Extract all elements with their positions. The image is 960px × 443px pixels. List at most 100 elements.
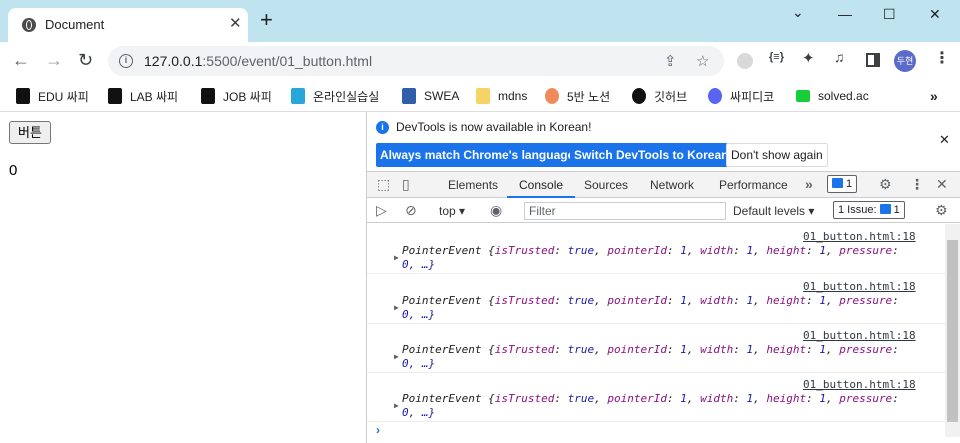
log-source-link[interactable]: 01_button.html:18 [803, 230, 916, 243]
devtools-tabs: ⬚ ▯ Elements Console Sources Network Per… [367, 171, 960, 198]
clear-console-icon[interactable]: ⊘ [405, 202, 417, 219]
log-line-2: 0, …} [402, 406, 436, 419]
tab-elements[interactable]: Elements [448, 178, 498, 192]
switch-korean-button[interactable]: Switch DevTools to Korean [570, 143, 733, 167]
back-arrow-icon[interactable]: ← [12, 50, 30, 70]
messages-badge[interactable]: 1 [827, 175, 858, 193]
bookmark-swea[interactable]: SWEA [402, 86, 459, 106]
tab-title: Document [45, 17, 105, 32]
forward-arrow-icon[interactable]: → [45, 50, 63, 70]
log-line-2: 0, …} [402, 357, 436, 370]
bookmark-icon [402, 88, 416, 104]
more-tabs-icon[interactable]: » [805, 176, 813, 192]
log-line-1: PointerEvent {isTrusted: true, pointerId… [402, 343, 899, 356]
discord-icon [708, 88, 722, 104]
log-source-link[interactable]: 01_button.html:18 [803, 329, 916, 342]
bookmark-icon [201, 88, 215, 104]
bookmark-icon [16, 88, 30, 104]
sidebar-toggle-icon[interactable]: ▷ [376, 202, 387, 219]
dont-show-button[interactable]: Don't show again [726, 143, 828, 167]
json-extension-icon[interactable]: {≡} [769, 51, 784, 63]
title-bar: Document ✕ + ⌄ — ☐ ✕ [0, 0, 960, 42]
console-prompt-icon[interactable]: › [376, 423, 380, 437]
avatar[interactable]: 두현 [894, 50, 916, 72]
settings-gear-icon[interactable]: ⚙ [879, 176, 892, 193]
folder-icon [476, 88, 490, 104]
solved-icon [796, 90, 810, 102]
expand-arrow-icon[interactable]: ▶ [394, 303, 399, 312]
language-banner-text: DevTools is now available in Korean! [396, 120, 592, 134]
expand-arrow-icon[interactable]: ▶ [394, 401, 399, 410]
console-log-entry[interactable]: 01_button.html:18 ▶ PointerEvent {isTrus… [367, 275, 945, 324]
bookmark-icon [291, 88, 305, 104]
bookmark-lab[interactable]: LAB 싸피 [108, 86, 178, 106]
tab-network[interactable]: Network [650, 178, 694, 192]
tab-sources[interactable]: Sources [584, 178, 628, 192]
console-scrollbar[interactable] [945, 224, 960, 437]
console-log-entry[interactable]: 01_button.html:18 ▶ PointerEvent {isTrus… [367, 225, 945, 274]
github-icon [632, 88, 646, 104]
bookmark-icon [108, 88, 122, 104]
device-toolbar-icon[interactable]: ▯ [402, 176, 410, 193]
extension-icon[interactable] [737, 53, 753, 69]
window-close-button[interactable]: ✕ [929, 6, 941, 23]
media-icon[interactable]: ♫ [834, 49, 845, 65]
issues-badge[interactable]: 1 Issue: 1 [833, 201, 905, 219]
devtools-close-icon[interactable]: ✕ [936, 176, 948, 193]
tab-search-icon[interactable]: ⌄ [792, 4, 804, 21]
tab-console[interactable]: Console [519, 178, 563, 192]
match-language-button[interactable]: Always match Chrome's language [376, 143, 579, 167]
log-line-2: 0, …} [402, 308, 436, 321]
tab-performance[interactable]: Performance [719, 178, 788, 192]
maximize-button[interactable]: ☐ [883, 6, 896, 23]
context-select[interactable]: top ▾ [439, 204, 465, 218]
menu-icon[interactable]: ⋮ [934, 48, 950, 68]
side-panel-icon[interactable] [866, 53, 880, 67]
console-log-entry[interactable]: 01_button.html:18 ▶ PointerEvent {isTrus… [367, 324, 945, 373]
bookmark-notion[interactable]: 5반 노션 [545, 86, 610, 106]
active-tab-indicator [507, 196, 575, 198]
customize-menu-icon[interactable]: ⋮ [910, 176, 924, 193]
console-settings-gear-icon[interactable]: ⚙ [935, 202, 948, 219]
browser-tab[interactable]: Document ✕ [8, 8, 248, 42]
bookmark-online-lab[interactable]: 온라인실습실 [291, 86, 379, 106]
scrollbar-thumb[interactable] [947, 240, 958, 422]
new-tab-button[interactable]: + [260, 9, 273, 31]
console-log-entry[interactable]: 01_button.html:18 ▶ PointerEvent {isTrus… [367, 373, 945, 422]
expand-arrow-icon[interactable]: ▶ [394, 352, 399, 361]
browser-toolbar: ← → ↻ i 127.0.0.1:5500/event/01_button.h… [0, 42, 960, 80]
bookmarks-bar: EDU 싸피 LAB 싸피 JOB 싸피 온라인실습실 SWEA mdns 5반… [0, 80, 960, 112]
bookmark-job[interactable]: JOB 싸피 [201, 86, 272, 106]
devtools-panel: i DevTools is now available in Korean! ✕… [366, 112, 960, 443]
bookmark-mdns[interactable]: mdns [476, 86, 527, 106]
bookmark-discord[interactable]: 싸피디코 [708, 86, 774, 106]
log-source-link[interactable]: 01_button.html:18 [803, 280, 916, 293]
site-info-icon[interactable]: i [119, 54, 133, 68]
share-icon[interactable]: ⇪ [664, 52, 677, 70]
live-expression-eye-icon[interactable]: ◉ [490, 202, 502, 219]
banner-close-icon[interactable]: ✕ [939, 132, 950, 148]
console-toolbar: ▷ ⊘ top ▾ ◉ Filter Default levels ▾ 1 Is… [367, 199, 960, 223]
minimize-button[interactable]: — [838, 6, 852, 22]
inspect-icon[interactable]: ⬚ [377, 176, 390, 193]
bookmark-edu[interactable]: EDU 싸피 [16, 86, 89, 106]
more-bookmarks-icon[interactable]: » [930, 86, 938, 106]
peach-icon [545, 88, 559, 104]
puzzle-icon[interactable]: ✦ [802, 49, 815, 67]
log-line-1: PointerEvent {isTrusted: true, pointerId… [402, 294, 899, 307]
url-text: 127.0.0.1:5500/event/01_button.html [144, 53, 373, 69]
address-bar[interactable]: i 127.0.0.1:5500/event/01_button.html ⇪ … [108, 46, 724, 76]
globe-icon [22, 18, 36, 32]
close-tab-icon[interactable]: ✕ [229, 14, 242, 32]
console-filter-input[interactable]: Filter [524, 202, 726, 220]
log-line-2: 0, …} [402, 258, 436, 271]
bookmark-solved[interactable]: solved.ac [796, 86, 869, 106]
expand-arrow-icon[interactable]: ▶ [394, 253, 399, 262]
reload-icon[interactable]: ↻ [78, 50, 93, 70]
bookmark-star-icon[interactable]: ☆ [696, 52, 709, 70]
page-button[interactable]: 버튼 [9, 121, 51, 144]
log-source-link[interactable]: 01_button.html:18 [803, 378, 916, 391]
log-levels-select[interactable]: Default levels ▾ [733, 204, 814, 218]
bookmark-github[interactable]: 깃허브 [632, 86, 687, 106]
log-line-1: PointerEvent {isTrusted: true, pointerId… [402, 392, 899, 405]
